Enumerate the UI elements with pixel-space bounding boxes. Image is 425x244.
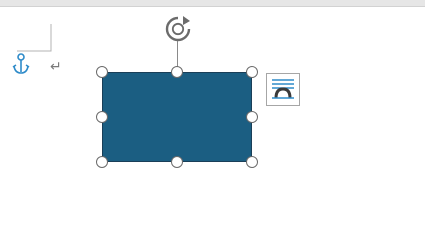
resize-handle-bottom[interactable] [171, 156, 183, 168]
resize-handle-left[interactable] [96, 111, 108, 123]
selected-rectangle-shape[interactable] [102, 72, 252, 162]
resize-handle-right[interactable] [246, 111, 258, 123]
anchor-icon[interactable] [11, 52, 31, 76]
paragraph-mark: ↵ [50, 59, 62, 75]
resize-handle-bottom-right[interactable] [246, 156, 258, 168]
resize-handle-top-left[interactable] [96, 66, 108, 78]
layout-options-button[interactable] [266, 73, 300, 106]
layout-options-icon [272, 79, 294, 99]
resize-handle-bottom-left[interactable] [96, 156, 108, 168]
resize-handle-top-right[interactable] [246, 66, 258, 78]
rotate-icon[interactable] [164, 15, 192, 43]
ruler-strip [0, 0, 425, 7]
resize-handle-top[interactable] [171, 66, 183, 78]
